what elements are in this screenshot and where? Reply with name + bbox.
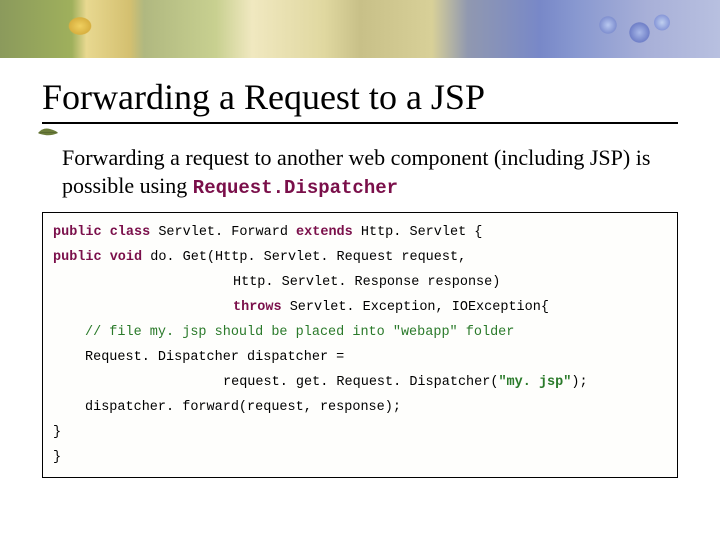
intro-code-term: Request.Dispatcher [193,177,398,199]
code-line-2: public void do. Get(Http. Servlet. Reque… [53,246,667,271]
code-block: public class Servlet. Forward extends Ht… [42,212,678,478]
code-line-1: public class Servlet. Forward extends Ht… [53,221,667,246]
leaf-bullet-icon [37,126,59,140]
code-line-5-comment: // file my. jsp should be placed into "w… [53,321,667,346]
intro-paragraph: Forwarding a request to another web comp… [62,144,678,200]
decorative-banner [0,0,720,58]
title-text: Forwarding a Request to a JSP [42,77,485,117]
code-line-3: Http. Servlet. Response response) [53,271,667,296]
code-line-9: } [53,421,667,446]
slide-content: Forwarding a Request to a JSP Forwarding… [0,58,720,478]
code-line-4: throws Servlet. Exception, IOException{ [53,296,667,321]
code-line-7: request. get. Request. Dispatcher("my. j… [53,371,667,396]
code-line-8: dispatcher. forward(request, response); [53,396,667,421]
slide-title: Forwarding a Request to a JSP [42,76,678,124]
code-line-10: } [53,446,667,471]
code-line-6: Request. Dispatcher dispatcher = [53,346,667,371]
